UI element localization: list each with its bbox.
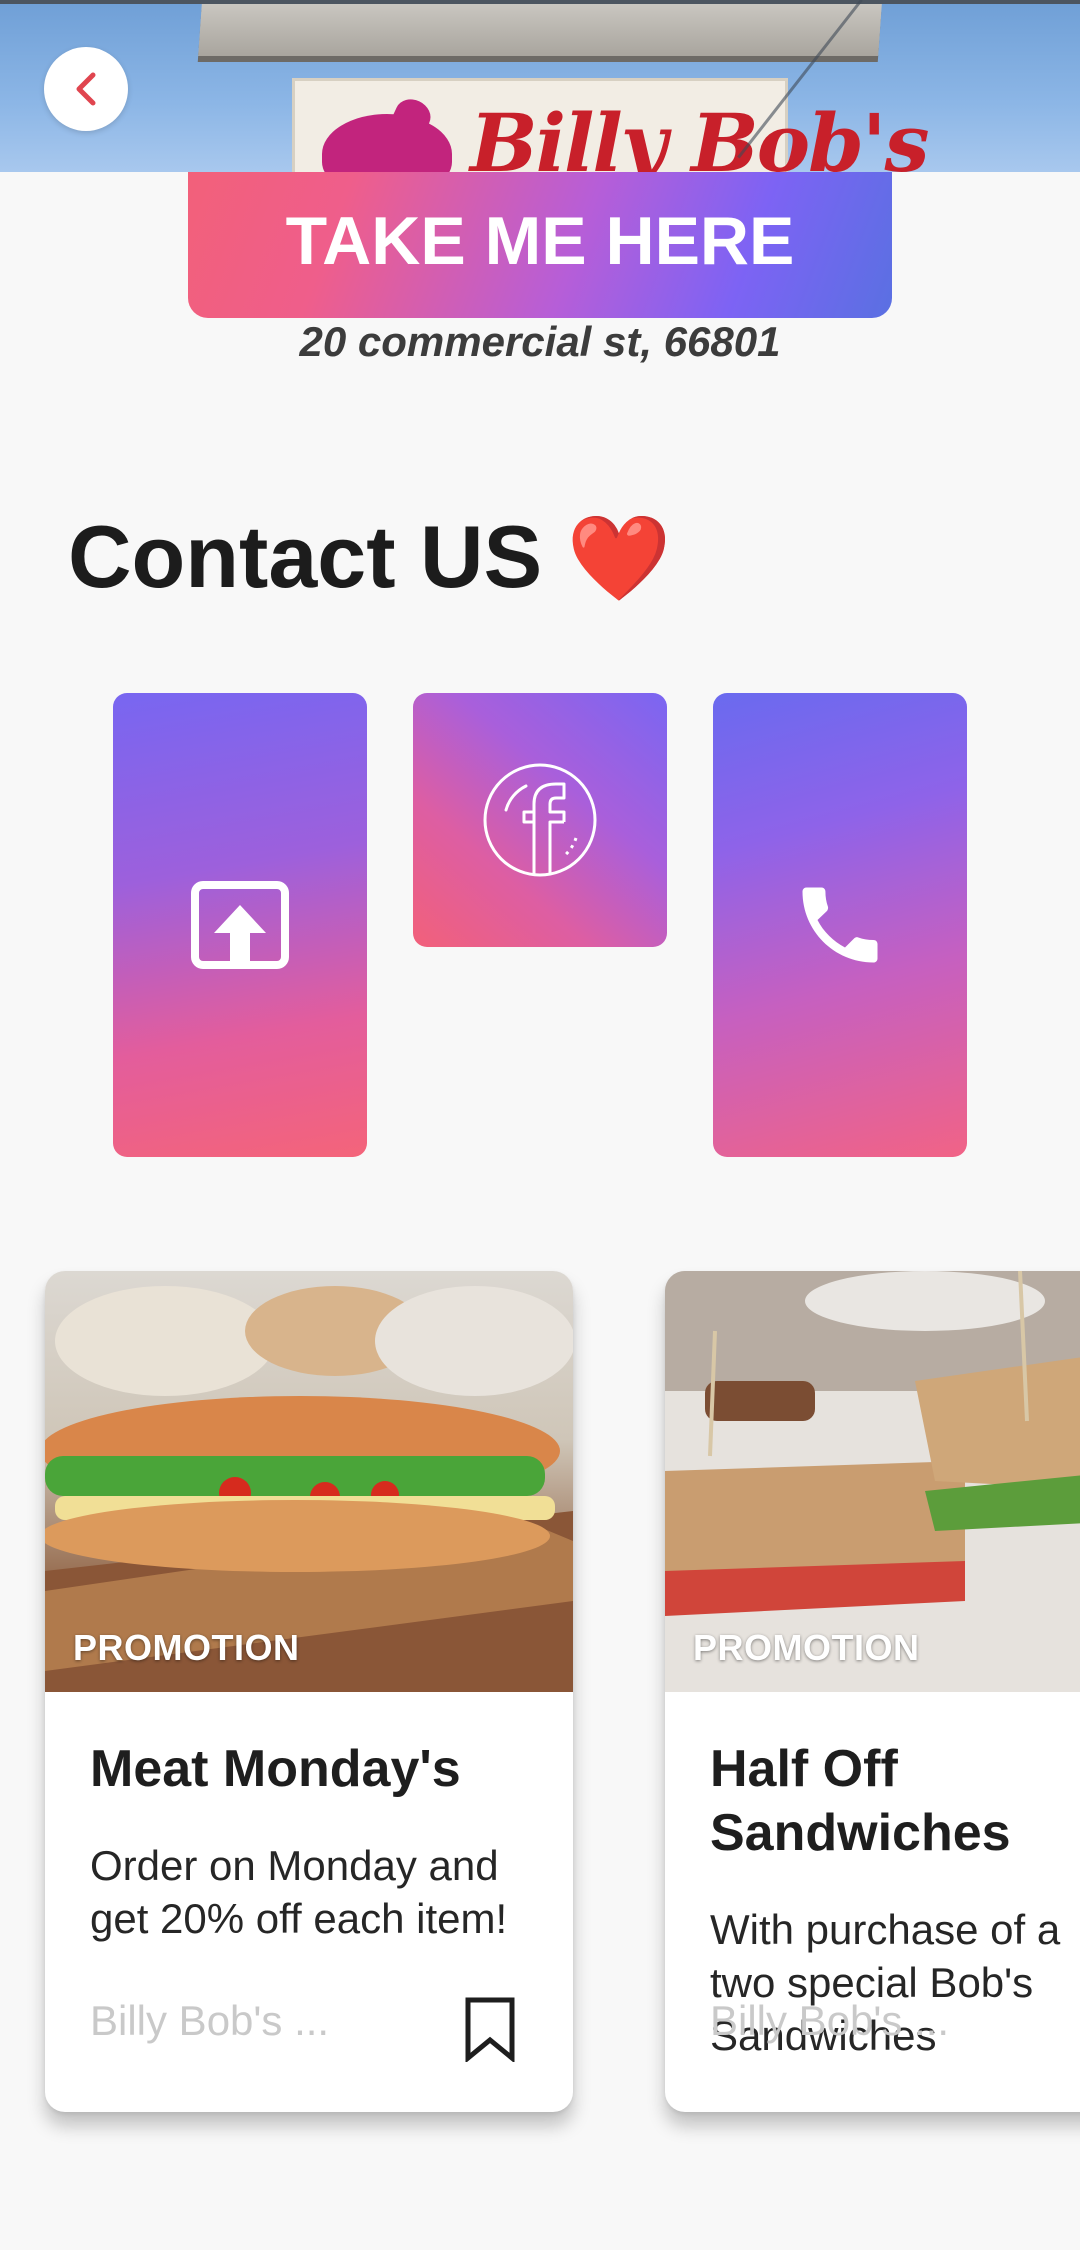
contact-title-text: Contact US [68, 507, 543, 606]
promotion-place: Billy Bob's ... [90, 1997, 330, 2044]
promotion-image: PROMOTION [665, 1271, 1080, 1692]
promotion-tag: PROMOTION [73, 1627, 300, 1668]
share-tile[interactable] [113, 693, 367, 1157]
promotion-description: Order on Monday and get 20% off each ite… [90, 1842, 508, 1942]
promotion-tag: PROMOTION [693, 1627, 920, 1668]
promotion-place: Billy Bob's ... [710, 1997, 950, 2044]
header-photo: Billy Bob's [0, 0, 1080, 172]
promotion-image: PROMOTION [45, 1271, 573, 1692]
contact-title: Contact US ❤️ [68, 506, 671, 608]
share-icon [191, 881, 289, 969]
chevron-left-icon [76, 72, 96, 106]
photo-awning [198, 4, 882, 56]
phone-icon [802, 887, 878, 963]
address-text: 20 commercial st, 66801 [299, 318, 781, 365]
promotion-card[interactable]: PROMOTION Half Off Sandwiches With purch… [665, 1271, 1080, 2112]
take-me-here-label: TAKE ME HERE [285, 203, 795, 279]
bookmark-icon[interactable] [463, 1996, 517, 2062]
heart-icon: ❤️ [566, 509, 672, 607]
photo-sign-text: Billy Bob's [470, 96, 930, 172]
take-me-here-button[interactable]: TAKE ME HERE [188, 172, 892, 318]
promotion-title: Meat Monday's [90, 1740, 461, 1798]
promotion-title: Half Off Sandwiches [710, 1740, 1011, 1862]
facebook-icon [483, 763, 597, 877]
phone-tile[interactable] [713, 693, 967, 1157]
promotion-card[interactable]: PROMOTION Meat Monday's Order on Monday … [45, 1271, 573, 2112]
back-button[interactable] [44, 47, 128, 131]
facebook-tile[interactable] [413, 693, 667, 947]
